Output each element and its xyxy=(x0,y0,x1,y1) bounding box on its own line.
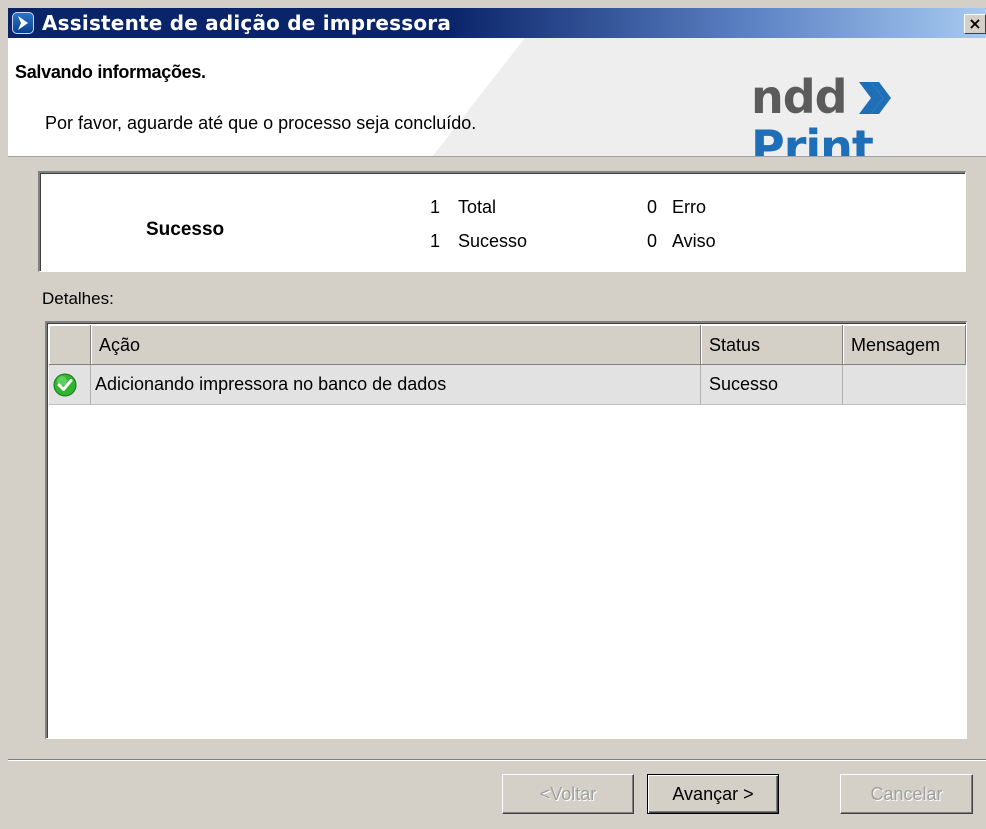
error-label: Erro xyxy=(672,197,707,217)
column-header-icon[interactable] xyxy=(49,325,91,365)
column-header-message[interactable]: Mensagem xyxy=(843,325,966,365)
wizard-window: Assistente de adição de impressora × Sal… xyxy=(8,8,986,829)
header-subtitle: Por favor, aguarde até que o processo se… xyxy=(45,113,477,133)
logo-arrows-icon xyxy=(858,82,891,114)
table-row[interactable]: Adicionando impressora no banco de dados… xyxy=(49,365,966,405)
row-action: Adicionando impressora no banco de dados xyxy=(91,365,701,404)
header-title: Salvando informações. xyxy=(15,62,206,82)
button-bar-divider xyxy=(8,759,986,761)
total-count: 1 xyxy=(429,197,440,217)
success-label: Sucesso xyxy=(458,231,528,251)
details-table[interactable]: Ação Status Mensagem Adicionando impress… xyxy=(45,321,967,739)
warning-count: 0 xyxy=(646,231,657,251)
cancel-button[interactable]: Cancelar xyxy=(840,774,973,814)
row-status: Sucesso xyxy=(701,365,843,404)
close-icon: × xyxy=(968,14,982,33)
error-count: 0 xyxy=(646,197,657,217)
summary-panel: Sucesso 1 Total 1 Sucesso 0 Erro 0 Aviso xyxy=(38,171,966,272)
app-icon xyxy=(12,12,34,34)
success-count: 1 xyxy=(429,231,440,251)
title-bar[interactable]: Assistente de adição de impressora × xyxy=(8,8,986,38)
close-button[interactable]: × xyxy=(964,14,986,34)
logo-text-ndd: ndd xyxy=(751,70,848,124)
nddprint-logo: nddPrint xyxy=(751,70,986,156)
column-header-status[interactable]: Status xyxy=(701,325,843,365)
table-header: Ação Status Mensagem xyxy=(49,325,966,365)
column-header-action[interactable]: Ação xyxy=(91,325,701,365)
row-icon-cell xyxy=(49,365,91,404)
next-button[interactable]: Avançar > xyxy=(647,774,779,814)
total-label: Total xyxy=(458,197,497,217)
wizard-header: Salvando informações. Por favor, aguarde… xyxy=(8,38,986,157)
logo-text-print: Print xyxy=(751,120,874,157)
warning-label: Aviso xyxy=(672,231,716,251)
summary-status: Sucesso xyxy=(146,219,225,240)
back-button[interactable]: <Voltar xyxy=(502,774,634,814)
check-icon xyxy=(53,373,77,397)
row-message xyxy=(843,365,966,404)
window-title: Assistente de adição de impressora xyxy=(42,11,452,35)
details-label: Detalhes: xyxy=(42,289,114,308)
